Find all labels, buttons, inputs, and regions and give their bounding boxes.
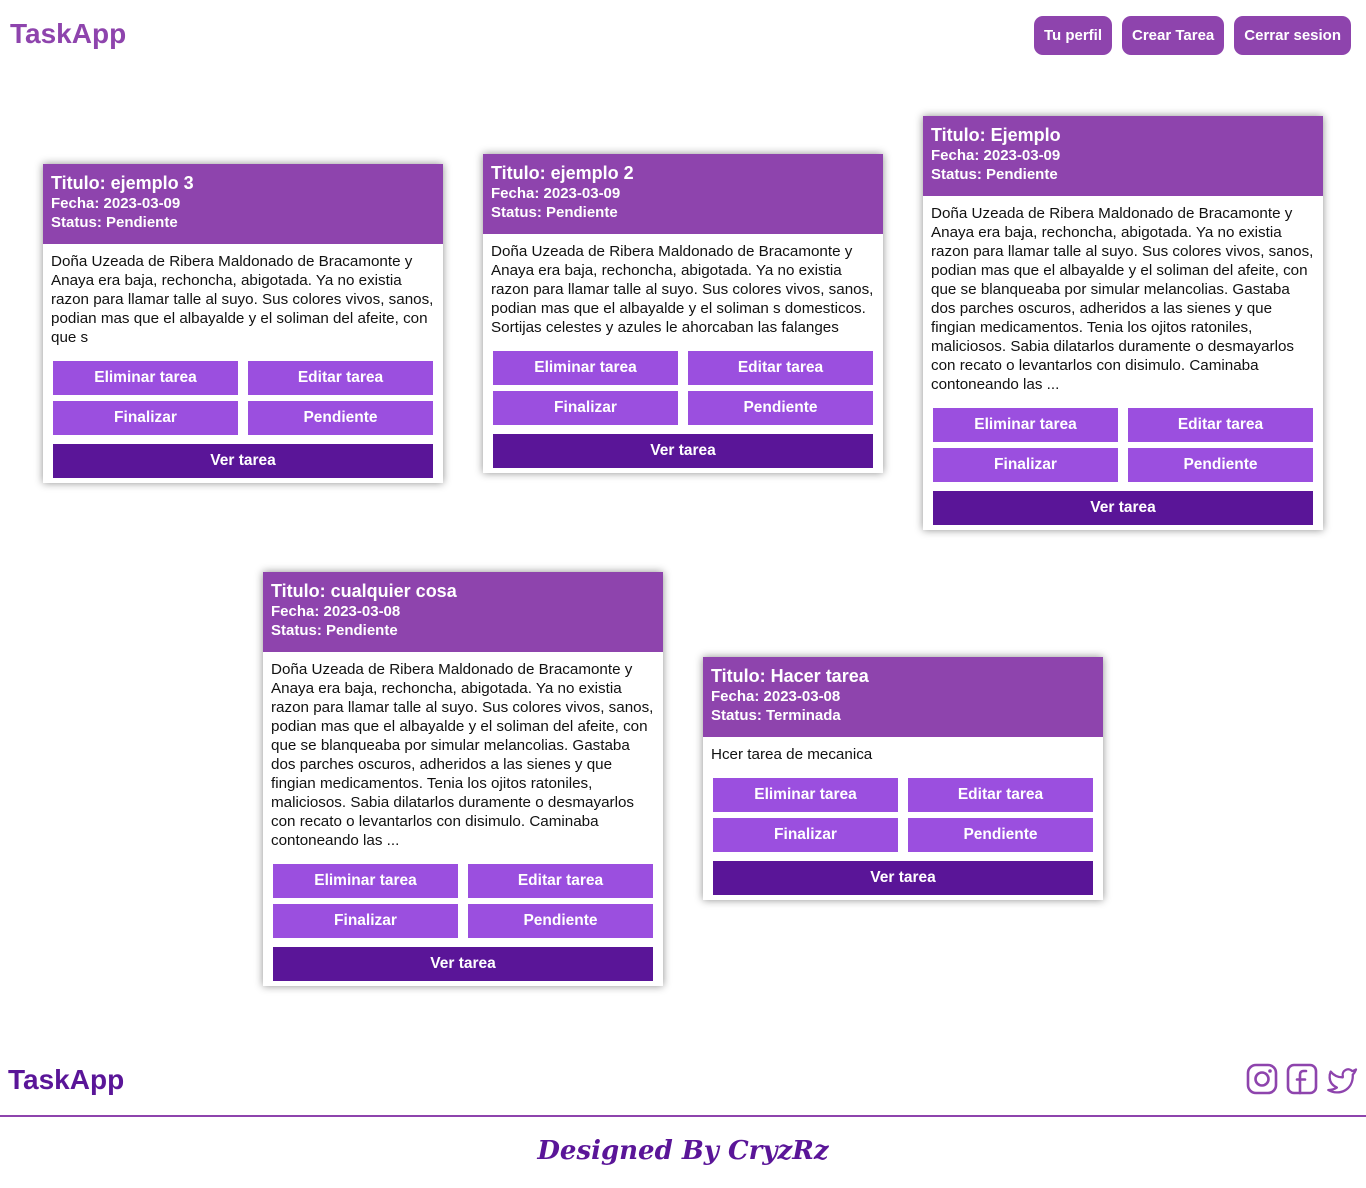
- task-card-header: Titulo: Hacer tarea Fecha: 2023-03-08 St…: [703, 657, 1103, 737]
- social-links: [1246, 1063, 1358, 1095]
- task-date: Fecha: 2023-03-08: [271, 603, 401, 620]
- task-date: Fecha: 2023-03-08: [711, 688, 841, 705]
- task-status: Status: Pendiente: [931, 166, 1058, 183]
- edit-task-button[interactable]: Editar tarea: [468, 864, 653, 898]
- task-description: Doña Uzeada de Ribera Maldonado de Braca…: [271, 661, 654, 849]
- task-actions: Eliminar tarea Editar tarea Finalizar Pe…: [483, 337, 883, 473]
- twitter-icon[interactable]: [1326, 1063, 1358, 1095]
- edit-task-button[interactable]: Editar tarea: [908, 778, 1093, 812]
- task-date: Fecha: 2023-03-09: [51, 195, 181, 212]
- task-status: Status: Pendiente: [271, 622, 398, 639]
- task-title: Titulo: cualquier cosa: [271, 581, 457, 601]
- task-title: Titulo: ejemplo 3: [51, 173, 194, 193]
- task-card-header: Titulo: cualquier cosa Fecha: 2023-03-08…: [263, 572, 663, 652]
- task-actions: Eliminar tarea Editar tarea Finalizar Pe…: [263, 850, 663, 986]
- delete-task-button[interactable]: Eliminar tarea: [53, 361, 238, 395]
- task-description: Doña Uzeada de Ribera Maldonado de Braca…: [51, 253, 434, 346]
- view-task-button[interactable]: Ver tarea: [933, 491, 1313, 525]
- task-actions: Eliminar tarea Editar tarea Finalizar Pe…: [923, 394, 1323, 530]
- task-card: Titulo: cualquier cosa Fecha: 2023-03-08…: [263, 572, 663, 986]
- task-card: Titulo: Hacer tarea Fecha: 2023-03-08 St…: [703, 657, 1103, 900]
- task-status: Status: Pendiente: [491, 204, 618, 221]
- edit-task-button[interactable]: Editar tarea: [1128, 408, 1313, 442]
- finish-task-button[interactable]: Finalizar: [493, 391, 678, 425]
- delete-task-button[interactable]: Eliminar tarea: [273, 864, 458, 898]
- task-description: Doña Uzeada de Ribera Maldonado de Braca…: [491, 243, 874, 336]
- pending-task-button[interactable]: Pendiente: [688, 391, 873, 425]
- view-task-button[interactable]: Ver tarea: [493, 434, 873, 468]
- delete-task-button[interactable]: Eliminar tarea: [933, 408, 1118, 442]
- task-title: Titulo: ejemplo 2: [491, 163, 634, 183]
- task-date: Fecha: 2023-03-09: [931, 147, 1061, 164]
- task-status: Status: Terminada: [711, 707, 841, 724]
- task-date: Fecha: 2023-03-09: [491, 185, 621, 202]
- task-title: Titulo: Hacer tarea: [711, 666, 869, 686]
- task-card: Titulo: Ejemplo Fecha: 2023-03-09 Status…: [923, 116, 1323, 530]
- finish-task-button[interactable]: Finalizar: [933, 448, 1118, 482]
- view-task-button[interactable]: Ver tarea: [273, 947, 653, 981]
- navbar: TaskApp Tu perfil Crear Tarea Cerrar ses…: [0, 0, 1366, 72]
- pending-task-button[interactable]: Pendiente: [1128, 448, 1313, 482]
- facebook-icon[interactable]: [1286, 1063, 1318, 1095]
- designer-credit: Designed By CryzRz: [537, 1136, 829, 1166]
- pending-task-button[interactable]: Pendiente: [908, 818, 1093, 852]
- delete-task-button[interactable]: Eliminar tarea: [713, 778, 898, 812]
- task-card-header: Titulo: ejemplo 3 Fecha: 2023-03-09 Stat…: [43, 164, 443, 244]
- task-status: Status: Pendiente: [51, 214, 178, 231]
- task-card: Titulo: ejemplo 3 Fecha: 2023-03-09 Stat…: [43, 164, 443, 483]
- edit-task-button[interactable]: Editar tarea: [248, 361, 433, 395]
- finish-task-button[interactable]: Finalizar: [713, 818, 898, 852]
- task-description: Hcer tarea de mecanica: [711, 746, 873, 763]
- instagram-icon[interactable]: [1246, 1063, 1278, 1095]
- nav-buttons: Tu perfil Crear Tarea Cerrar sesion: [1033, 16, 1351, 55]
- brand-logo[interactable]: TaskApp: [10, 18, 126, 50]
- finish-task-button[interactable]: Finalizar: [273, 904, 458, 938]
- task-card-header: Titulo: Ejemplo Fecha: 2023-03-09 Status…: [923, 116, 1323, 196]
- pending-task-button[interactable]: Pendiente: [468, 904, 653, 938]
- task-actions: Eliminar tarea Editar tarea Finalizar Pe…: [43, 347, 443, 483]
- task-title: Titulo: Ejemplo: [931, 125, 1061, 145]
- pending-task-button[interactable]: Pendiente: [248, 401, 433, 435]
- task-card: Titulo: ejemplo 2 Fecha: 2023-03-09 Stat…: [483, 154, 883, 473]
- footer-divider: [0, 1115, 1366, 1117]
- profile-button[interactable]: Tu perfil: [1033, 16, 1112, 55]
- task-card-header: Titulo: ejemplo 2 Fecha: 2023-03-09 Stat…: [483, 154, 883, 234]
- view-task-button[interactable]: Ver tarea: [713, 861, 1093, 895]
- logout-button[interactable]: Cerrar sesion: [1234, 16, 1351, 55]
- delete-task-button[interactable]: Eliminar tarea: [493, 351, 678, 385]
- create-task-button[interactable]: Crear Tarea: [1122, 16, 1225, 55]
- task-actions: Eliminar tarea Editar tarea Finalizar Pe…: [703, 764, 1103, 900]
- footer-brand: TaskApp: [8, 1064, 125, 1095]
- edit-task-button[interactable]: Editar tarea: [688, 351, 873, 385]
- task-description: Doña Uzeada de Ribera Maldonado de Braca…: [931, 205, 1314, 393]
- view-task-button[interactable]: Ver tarea: [53, 444, 433, 478]
- finish-task-button[interactable]: Finalizar: [53, 401, 238, 435]
